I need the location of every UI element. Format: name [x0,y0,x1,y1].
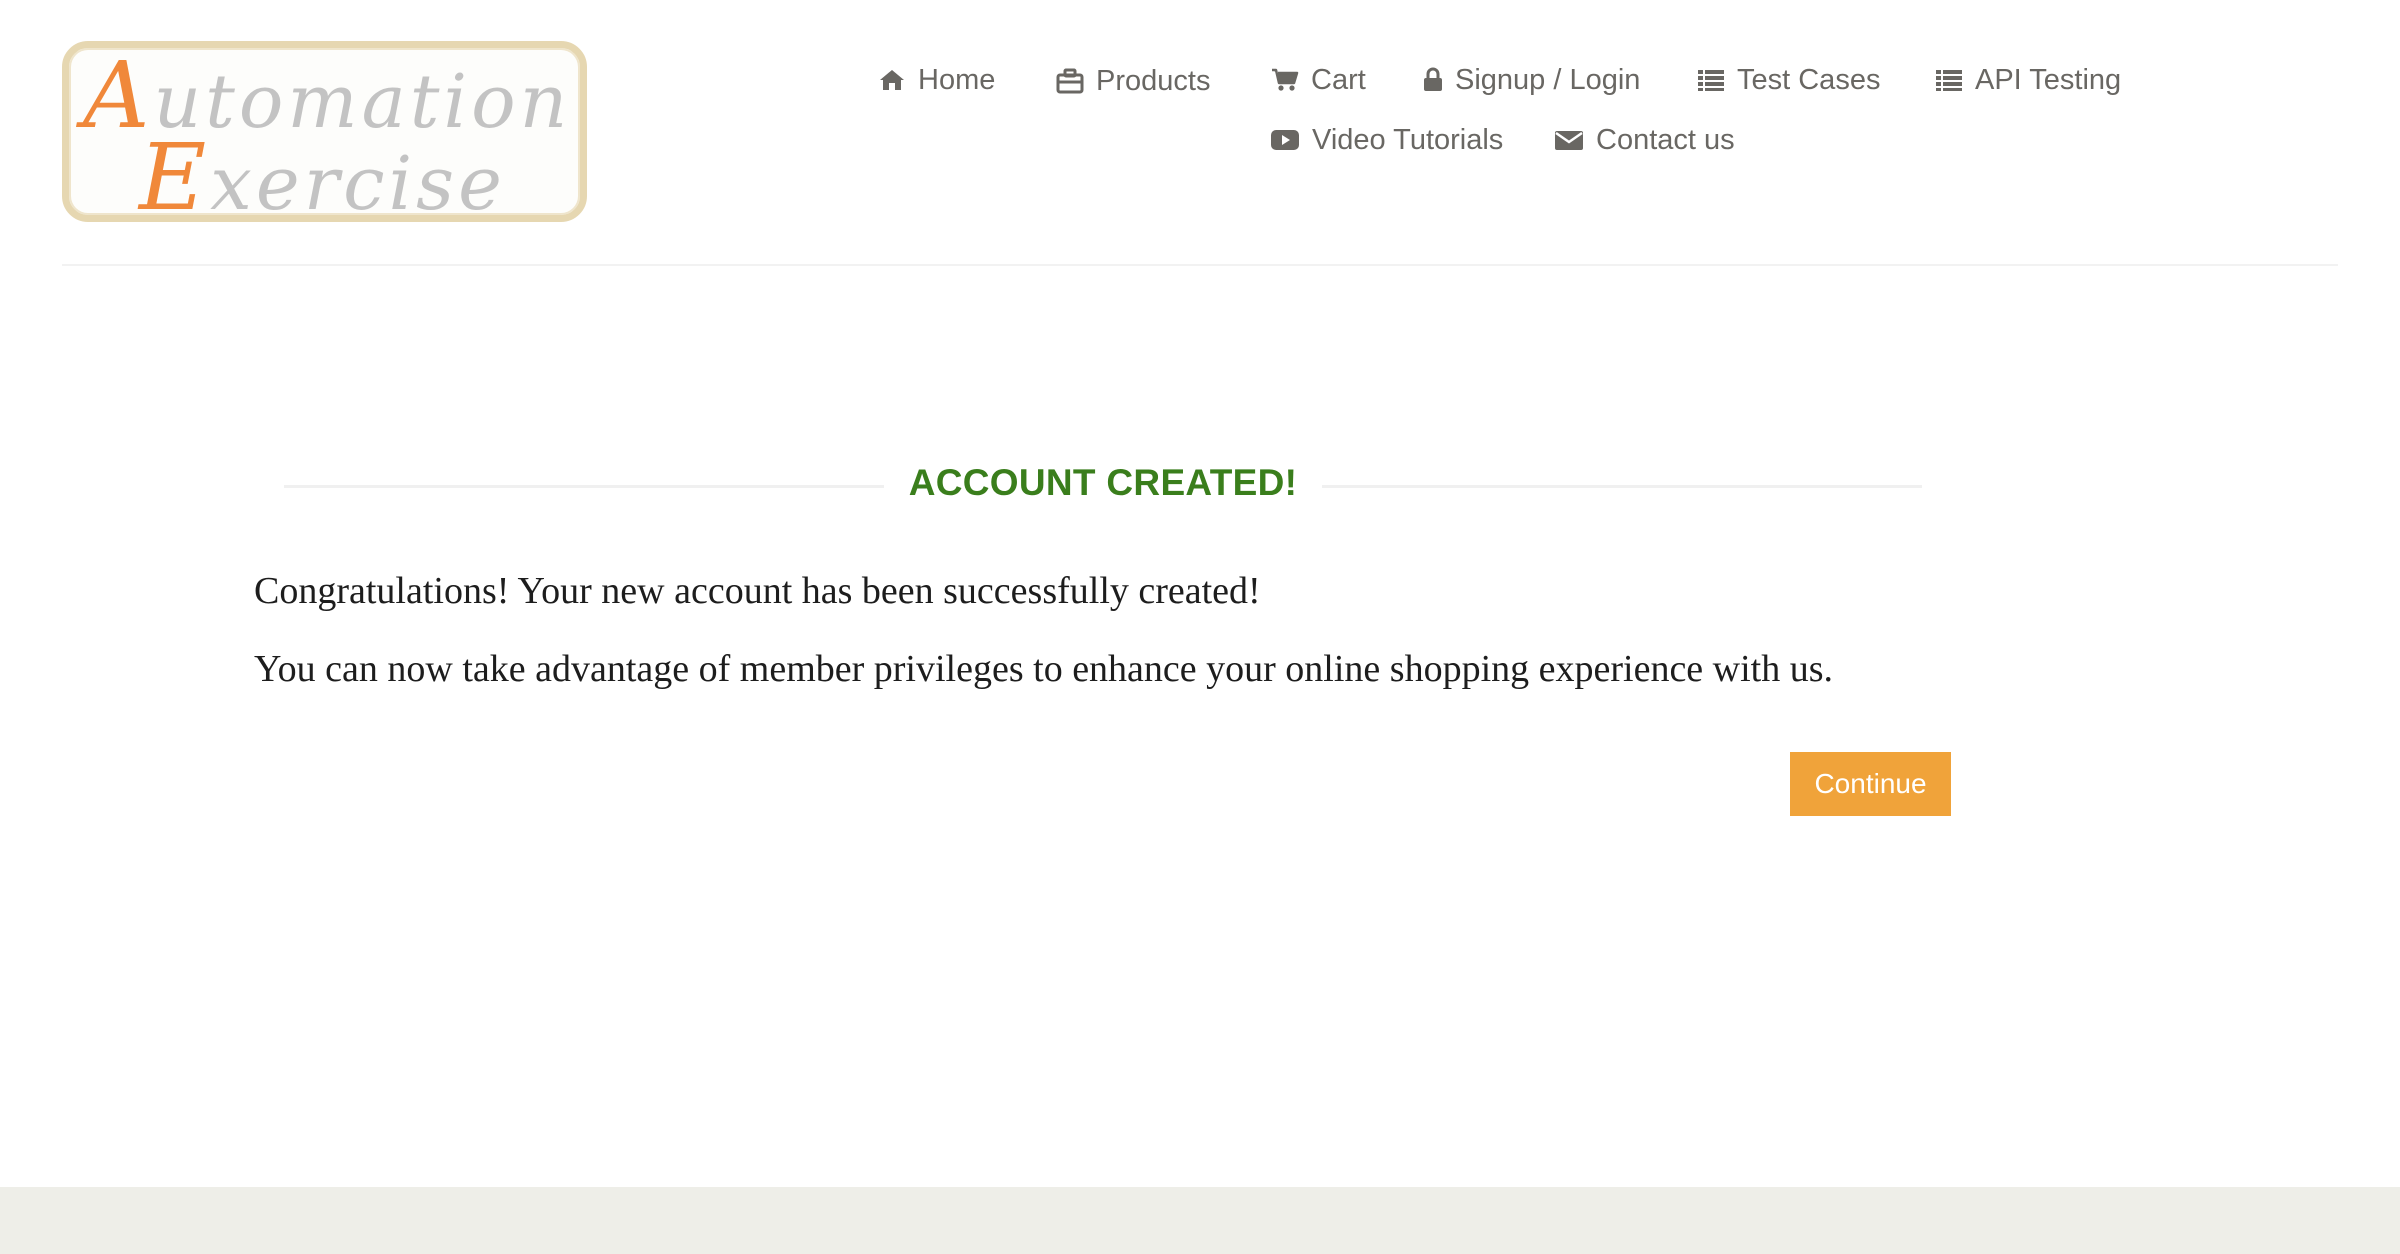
envelope-icon [1554,128,1584,152]
page: Automation Exercise Home Products Cart S… [0,0,2400,1254]
header-divider [62,264,2338,266]
briefcase-icon [1056,68,1084,94]
nav-contact-us[interactable]: Contact us [1554,120,1735,160]
nav-cart-label: Cart [1311,63,1366,96]
site-header: Automation Exercise Home Products Cart S… [0,0,2400,266]
continue-button[interactable]: Continue [1790,752,1951,816]
list-icon [1697,68,1725,92]
nav-api-testing-label: API Testing [1975,63,2122,96]
footer [0,1187,2400,1254]
page-title: ACCOUNT CREATED! [908,462,1298,503]
nav-products-label: Products [1096,64,1211,97]
nav-products[interactable]: Products [1056,61,1210,101]
account-created-heading: ACCOUNT CREATED! [284,458,1922,510]
congratulations-message: Congratulations! Your new account has be… [254,570,1261,612]
nav-api-testing[interactable]: API Testing [1935,60,2121,100]
list-icon [1935,68,1963,92]
nav-signup-login[interactable]: Signup / Login [1423,60,1640,100]
nav-home[interactable]: Home [878,60,995,100]
nav-home-label: Home [918,63,996,96]
lock-icon [1423,67,1443,93]
nav-contact-us-label: Contact us [1596,123,1735,156]
nav-signup-login-label: Signup / Login [1455,63,1641,96]
site-logo[interactable]: Automation Exercise [62,41,587,231]
logo-text-exercise: Exercise [139,124,506,231]
nav-video-tutorials-label: Video Tutorials [1312,123,1504,156]
home-icon [878,68,906,92]
privileges-message: You can now take advantage of member pri… [254,648,1834,690]
nav-video-tutorials[interactable]: Video Tutorials [1270,120,1503,160]
nav-test-cases-label: Test Cases [1737,63,1881,96]
nav-test-cases[interactable]: Test Cases [1697,60,1880,100]
nav-cart[interactable]: Cart [1271,60,1366,100]
cart-icon [1271,67,1299,93]
youtube-play-icon [1270,128,1300,152]
